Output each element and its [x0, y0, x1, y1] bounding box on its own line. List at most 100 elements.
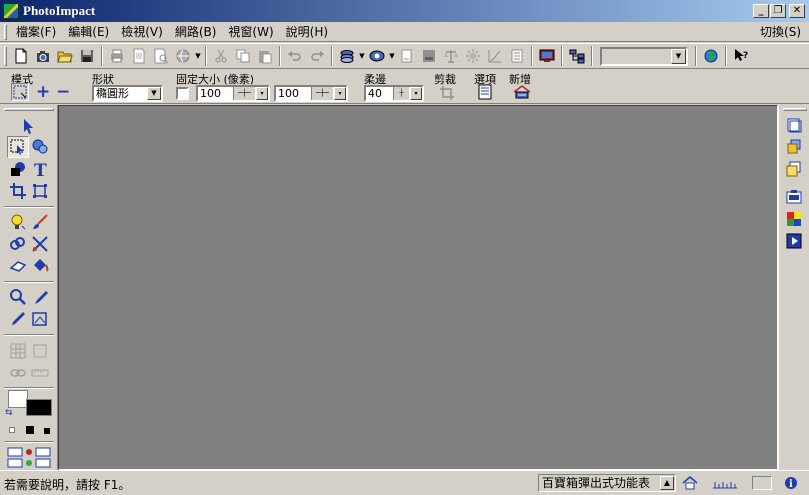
- swap-colors-icon[interactable]: ⇆: [5, 408, 13, 418]
- tone-curve-button[interactable]: [484, 45, 506, 67]
- default-white-swatch[interactable]: [9, 427, 15, 433]
- foreground-color-swatch[interactable]: [26, 399, 52, 416]
- zoom-combo[interactable]: ▼: [600, 46, 688, 66]
- soft-edge-spinner[interactable]: 40 ┼ ▾: [364, 85, 424, 102]
- zoom-tool[interactable]: [7, 286, 29, 308]
- screen-button[interactable]: [536, 45, 558, 67]
- soft-edge-spin-arrow[interactable]: ▾: [410, 87, 422, 100]
- grid-tool[interactable]: [7, 340, 29, 362]
- mode-add-button[interactable]: +: [36, 82, 50, 102]
- options-button[interactable]: [477, 84, 493, 103]
- lasso-tool[interactable]: [29, 136, 51, 158]
- path-drawing-tool[interactable]: [7, 158, 29, 180]
- height-spinner[interactable]: 100 ─┼─ ▾: [274, 85, 348, 102]
- ruler-tool[interactable]: [29, 362, 51, 384]
- stack-button[interactable]: [336, 45, 358, 67]
- menu-switch[interactable]: 切換(S): [760, 23, 801, 40]
- menu-web[interactable]: 網路(B): [169, 23, 223, 40]
- convert-button[interactable]: [396, 45, 418, 67]
- new-button[interactable]: [10, 45, 32, 67]
- open-button[interactable]: [54, 45, 76, 67]
- crop-tool[interactable]: [7, 180, 29, 202]
- zoom-combo-arrow[interactable]: ▼: [671, 48, 686, 64]
- line-tool[interactable]: [7, 308, 29, 330]
- balance-button[interactable]: [440, 45, 462, 67]
- tool-panel-grip[interactable]: [4, 108, 54, 111]
- layer-manager-button[interactable]: [784, 137, 804, 157]
- eraser-tool[interactable]: [7, 255, 29, 277]
- mask-dropdown-arrow[interactable]: ▼: [388, 52, 396, 60]
- menu-edit[interactable]: 編輯(E): [62, 23, 115, 40]
- shape-dropdown-arrow[interactable]: ▼: [147, 87, 161, 100]
- arrange-button[interactable]: [566, 45, 588, 67]
- menu-view[interactable]: 檢視(V): [115, 23, 169, 40]
- undo-button[interactable]: [284, 45, 306, 67]
- stack-dropdown-arrow[interactable]: ▼: [358, 52, 366, 60]
- image-info-button[interactable]: [418, 45, 440, 67]
- menu-help[interactable]: 說明(H): [280, 23, 334, 40]
- mode-new-selection-button[interactable]: [11, 83, 29, 101]
- preview-button[interactable]: [150, 45, 172, 67]
- height-spin-arrow[interactable]: ▾: [334, 87, 346, 100]
- width-spin-arrow[interactable]: ▾: [256, 87, 268, 100]
- easypalette-status-button[interactable]: [681, 475, 699, 491]
- shape-dropdown[interactable]: 橢圓形 ▼: [92, 85, 163, 102]
- quick-command-button[interactable]: [784, 187, 804, 207]
- menu-grip[interactable]: [4, 23, 7, 40]
- slice-tool[interactable]: [29, 308, 51, 330]
- web-preview-button[interactable]: [700, 45, 722, 67]
- print-preview-button[interactable]: [128, 45, 150, 67]
- eraser-brush-tool[interactable]: [29, 233, 51, 255]
- clone-tool[interactable]: [7, 233, 29, 255]
- document-manager-button[interactable]: [784, 115, 804, 135]
- workspace[interactable]: [58, 105, 778, 470]
- context-help-button[interactable]: ?: [730, 45, 752, 67]
- text-tool[interactable]: T: [29, 158, 51, 180]
- object-mode-tool[interactable]: [7, 445, 51, 469]
- copy-button[interactable]: [232, 45, 254, 67]
- redo-button[interactable]: [306, 45, 328, 67]
- properties-button[interactable]: [506, 45, 528, 67]
- retouch-tool[interactable]: [7, 211, 29, 233]
- mask-button[interactable]: [366, 45, 388, 67]
- close-button[interactable]: ✕: [789, 4, 805, 18]
- width-slider-button[interactable]: ─┼─: [233, 87, 255, 100]
- menu-file[interactable]: 檔案(F): [10, 23, 62, 40]
- save-button[interactable]: [76, 45, 98, 67]
- crop-button[interactable]: [439, 85, 455, 104]
- height-slider-button[interactable]: ─┼─: [311, 87, 333, 100]
- eyedropper-tool[interactable]: [29, 286, 51, 308]
- minimize-button[interactable]: _: [753, 4, 769, 18]
- cut-button[interactable]: [210, 45, 232, 67]
- print-button[interactable]: [106, 45, 128, 67]
- width-spinner[interactable]: 100 ─┼─ ▾: [196, 85, 270, 102]
- info-status-button[interactable]: i: [782, 475, 800, 491]
- transform-tool[interactable]: [29, 180, 51, 202]
- web-button[interactable]: [172, 45, 194, 67]
- ruler-status-button[interactable]: [712, 475, 738, 491]
- restore-button[interactable]: ❐: [770, 4, 786, 18]
- mode-subtract-button[interactable]: −: [56, 82, 70, 102]
- frame-tool[interactable]: [29, 340, 51, 362]
- acquire-button[interactable]: [32, 45, 54, 67]
- soft-edge-slider-button[interactable]: ┼: [393, 87, 409, 100]
- right-panel-grip[interactable]: [783, 108, 807, 111]
- panel-popup-arrow[interactable]: ▲: [660, 476, 674, 490]
- paint-tool[interactable]: [29, 211, 51, 233]
- brightness-button[interactable]: [462, 45, 484, 67]
- web-dropdown-arrow[interactable]: ▼: [194, 52, 202, 60]
- standard-selection-tool[interactable]: [7, 136, 29, 158]
- toolbar-grip[interactable]: [4, 46, 7, 66]
- panel-popup-dropdown[interactable]: 百寶箱彈出式功能表 ▲: [538, 474, 676, 492]
- color-panel-button[interactable]: [784, 209, 804, 229]
- default-black-swatch[interactable]: [26, 426, 34, 434]
- fixed-size-checkbox[interactable]: [176, 87, 189, 100]
- small-black-swatch[interactable]: [44, 428, 50, 434]
- pick-tool[interactable]: [17, 115, 39, 137]
- add-button[interactable]: [513, 84, 531, 103]
- menu-window[interactable]: 視窗(W): [222, 23, 279, 40]
- easypalette-button[interactable]: [784, 159, 804, 179]
- background-color-swatch[interactable]: [8, 390, 28, 408]
- paste-button[interactable]: [254, 45, 276, 67]
- play-macro-button[interactable]: [784, 231, 804, 251]
